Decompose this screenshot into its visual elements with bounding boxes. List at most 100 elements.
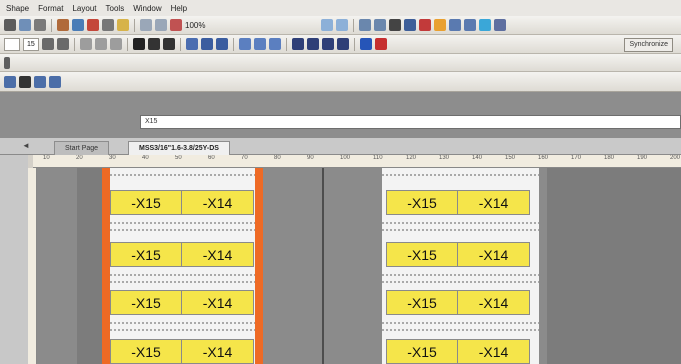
formula-field[interactable]: X15	[140, 115, 681, 129]
menu-shape[interactable]: Shape	[6, 4, 29, 13]
label-row[interactable]: -X15 -X14	[386, 290, 530, 315]
marker-label[interactable]: -X15	[110, 339, 182, 364]
zoom-out-icon[interactable]	[336, 19, 349, 31]
list-icon[interactable]	[94, 38, 107, 50]
snap-icon[interactable]	[374, 19, 387, 31]
marker-label[interactable]: -X15	[386, 290, 458, 315]
marker-label[interactable]: -X14	[182, 190, 254, 215]
ruler-mark: 90	[307, 155, 314, 161]
divider	[382, 174, 539, 176]
ruler-mark: 110	[373, 155, 383, 161]
label-row[interactable]: -X15 -X14	[110, 242, 254, 267]
spacing-icon[interactable]	[79, 38, 92, 50]
fill-color-icon[interactable]	[374, 38, 387, 50]
valign-bottom-icon[interactable]	[268, 38, 281, 50]
layout-icon[interactable]	[34, 75, 46, 88]
marker-label[interactable]: -X14	[458, 242, 530, 267]
label-row[interactable]: -X15 -X14	[110, 339, 254, 364]
zoom-in-icon[interactable]	[321, 19, 334, 31]
marker-label[interactable]: -X14	[458, 190, 530, 215]
label-row[interactable]: -X15 -X14	[110, 190, 254, 215]
label-row[interactable]: -X15 -X14	[110, 290, 254, 315]
grip-icon[interactable]	[4, 19, 16, 31]
tab-nav-arrow[interactable]: ◄	[22, 141, 30, 150]
font-color-icon[interactable]	[359, 38, 372, 50]
synchronize-button[interactable]: Synchronize	[624, 38, 673, 52]
sort-icon[interactable]	[449, 19, 462, 31]
separator-line	[322, 168, 324, 364]
valign-top-icon[interactable]	[238, 38, 251, 50]
marker-icon[interactable]	[419, 19, 432, 31]
marker-label[interactable]: -X15	[110, 242, 182, 267]
marker-label[interactable]: -X14	[458, 290, 530, 315]
tab-active-document[interactable]: MSS3/16"1.6-3.8/25Y-DS	[128, 141, 230, 155]
chart-icon[interactable]	[49, 75, 61, 88]
new-icon[interactable]	[19, 19, 31, 31]
zoom-value[interactable]: 100%	[185, 21, 205, 30]
separator	[353, 18, 355, 32]
menu-window[interactable]: Window	[133, 4, 161, 13]
table-icon[interactable]	[404, 19, 417, 31]
align-left-icon[interactable]	[185, 38, 198, 50]
menu-help[interactable]: Help	[171, 4, 187, 13]
marker-label[interactable]: -X14	[182, 339, 254, 364]
font-size-combo[interactable]: 15	[23, 37, 39, 51]
menu-layout[interactable]: Layout	[72, 4, 96, 13]
highlight-icon[interactable]	[434, 19, 447, 31]
underline-icon[interactable]	[162, 38, 175, 50]
line-icon[interactable]	[336, 38, 349, 50]
view-icon[interactable]	[4, 75, 16, 88]
label-row[interactable]: -X15 -X14	[386, 242, 530, 267]
font-name-combo[interactable]	[4, 37, 20, 51]
marker-label[interactable]: -X14	[182, 242, 254, 267]
align-right-icon[interactable]	[215, 38, 228, 50]
fill-icon[interactable]	[306, 38, 319, 50]
divider	[106, 329, 263, 331]
paste-icon[interactable]	[87, 19, 99, 31]
grid-icon[interactable]	[359, 19, 372, 31]
marker-label[interactable]: -X14	[458, 339, 530, 364]
print-icon[interactable]	[494, 19, 507, 31]
cut-icon[interactable]	[57, 19, 69, 31]
menu-tools[interactable]: Tools	[106, 4, 125, 13]
label-row[interactable]: -X15 -X14	[386, 190, 530, 215]
shrink-font-icon[interactable]	[56, 38, 69, 50]
delete-icon[interactable]	[102, 19, 114, 31]
ruler-mark: 130	[439, 155, 450, 161]
undo-icon[interactable]	[140, 19, 152, 31]
ruler-mark: 150	[505, 155, 516, 161]
marker-label[interactable]: -X15	[110, 290, 182, 315]
drawing-canvas[interactable]: -X15 -X14 -X15 -X14 -X15 -X14 -X15 -X14 …	[37, 168, 681, 364]
label-row[interactable]: -X15 -X14	[386, 339, 530, 364]
border-icon[interactable]	[291, 38, 304, 50]
marker-label[interactable]: -X15	[386, 190, 458, 215]
sort-desc-icon[interactable]	[464, 19, 477, 31]
menu-format[interactable]: Format	[38, 4, 63, 13]
marker-label[interactable]: -X15	[110, 190, 182, 215]
tab-start-page[interactable]: Start Page	[54, 141, 110, 155]
export-icon[interactable]	[479, 19, 492, 31]
indent-icon[interactable]	[109, 38, 122, 50]
marker-label[interactable]: -X15	[386, 339, 458, 364]
align-icon[interactable]	[389, 19, 402, 31]
terminal-strip-right[interactable]: -X15 -X14 -X15 -X14 -X15 -X14 -X15 -X14	[382, 168, 539, 364]
separator	[353, 37, 355, 51]
grip-icon[interactable]	[4, 56, 10, 69]
valign-middle-icon[interactable]	[253, 38, 266, 50]
zoom-tool-icon[interactable]	[170, 19, 182, 31]
grow-font-icon[interactable]	[41, 38, 54, 50]
marker-label[interactable]: -X14	[182, 290, 254, 315]
italic-icon[interactable]	[147, 38, 160, 50]
page-icon[interactable]	[19, 75, 31, 88]
align-center-icon[interactable]	[200, 38, 213, 50]
shadow-icon[interactable]	[321, 38, 334, 50]
format-painter-icon[interactable]	[117, 19, 129, 31]
bold-icon[interactable]	[132, 38, 145, 50]
marker-label[interactable]: -X15	[386, 242, 458, 267]
separator	[73, 37, 75, 51]
terminal-strip-left[interactable]: -X15 -X14 -X15 -X14 -X15 -X14 -X15 -X14	[106, 168, 263, 364]
copy-icon[interactable]	[72, 19, 84, 31]
redo-icon[interactable]	[155, 19, 167, 31]
ruler-mark: 180	[604, 155, 615, 161]
open-icon[interactable]	[34, 19, 46, 31]
